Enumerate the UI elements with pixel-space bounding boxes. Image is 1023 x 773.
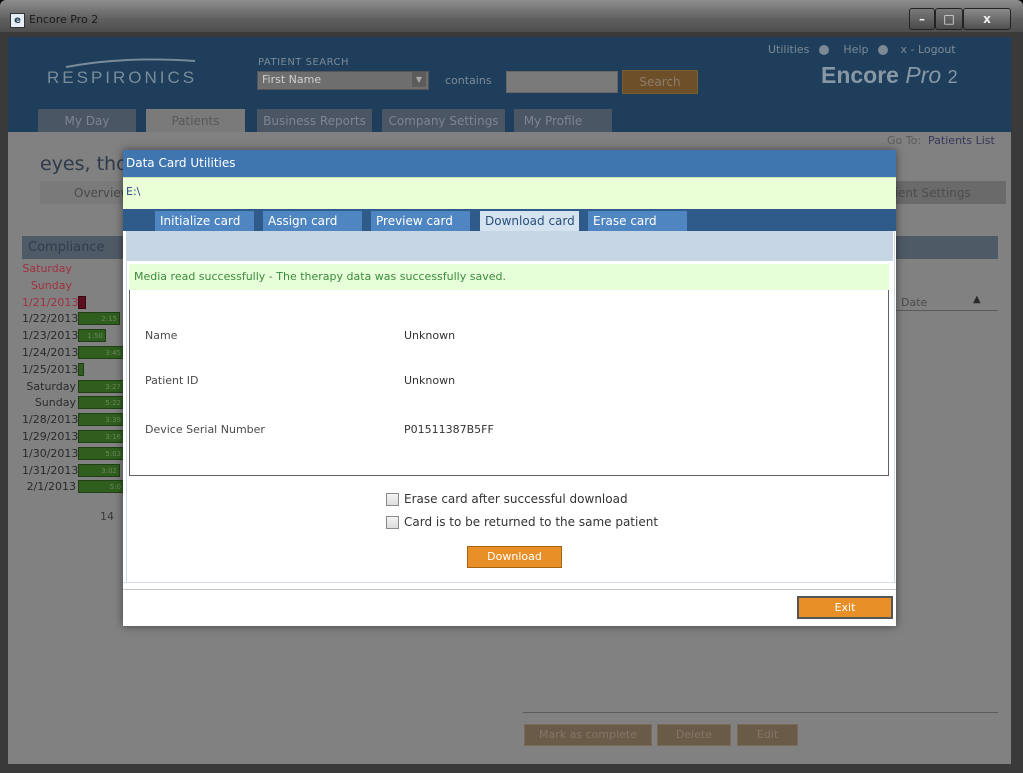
mark-as-complete-button[interactable]: Mark as complete <box>524 724 652 746</box>
compliance-usage-bar <box>78 362 84 376</box>
logout-link[interactable]: x - Logout <box>900 43 955 56</box>
exit-button[interactable]: Exit <box>797 596 893 619</box>
compliance-day-label: 1/23/2013 <box>22 329 79 343</box>
erase-card-checkbox-label[interactable]: Erase card after successful download <box>404 492 628 506</box>
serial-number-label: Device Serial Number <box>145 423 265 436</box>
compliance-day-label: 1/25/2013 <box>22 362 79 376</box>
close-button[interactable]: x <box>963 8 1011 30</box>
axis-tick-label: 14 <box>100 510 114 523</box>
divider <box>123 582 896 583</box>
tab-assign-card[interactable]: Assign card <box>263 211 362 231</box>
compliance-usage-bar <box>78 295 86 309</box>
compliance-day-label: 1/22/2013 <box>22 312 79 326</box>
compliance-usage-bar: 3:45 <box>78 346 124 359</box>
date-column-header[interactable]: Date <box>901 296 927 309</box>
compliance-usage-bar: 5:03 <box>78 446 124 460</box>
compliance-usage-bar: 1:50 <box>78 329 106 343</box>
drive-path: E:\ <box>123 177 896 209</box>
tab-content-strip <box>126 231 893 261</box>
sort-arrow-icon[interactable]: ▲ <box>973 294 981 305</box>
help-dropdown-icon[interactable] <box>878 45 889 55</box>
compliance-usage-bar: 5:22 <box>78 396 124 410</box>
nav-tab-company-settings[interactable]: Company Settings <box>382 109 505 132</box>
compliance-day-label: Saturday <box>22 262 72 275</box>
logo-swoosh-icon <box>65 58 196 68</box>
tab-download-card[interactable]: Download card <box>480 211 579 231</box>
tab-preview-card[interactable]: Preview card <box>371 211 470 231</box>
goto-nav: Go To: Patients List <box>887 134 995 147</box>
product-version: 2 <box>947 67 958 87</box>
compliance-usage-bar: 2:15 <box>78 312 120 326</box>
compliance-day-label: 1/31/2013 <box>22 463 79 477</box>
utilities-dropdown-icon[interactable] <box>819 45 830 55</box>
compliance-day-label: Sunday <box>34 396 76 410</box>
divider <box>523 712 998 713</box>
return-same-patient-checkbox[interactable] <box>386 516 399 529</box>
search-field-value: First Name <box>262 73 322 86</box>
product-name: Encore <box>821 62 899 88</box>
edit-button[interactable]: Edit <box>737 724 798 746</box>
compliance-usage-bar: 3:39 <box>78 413 124 427</box>
dialog-title: Data Card Utilities <box>123 150 896 177</box>
nav-tab-business-reports[interactable]: Business Reports <box>257 109 372 132</box>
nav-tab-my-profile[interactable]: My Profile <box>514 109 612 132</box>
compliance-usage-bar: 3:27 <box>78 379 124 393</box>
search-input[interactable] <box>506 71 618 93</box>
chevron-down-icon[interactable]: ▼ <box>412 72 426 87</box>
success-message: Media read successfully - The therapy da… <box>129 264 889 290</box>
return-same-patient-checkbox-label[interactable]: Card is to be returned to the same patie… <box>404 515 658 529</box>
tab-erase-card[interactable]: Erase card <box>588 211 687 231</box>
nav-tab-patients[interactable]: Patients <box>146 109 245 132</box>
patients-list-link[interactable]: Patients List <box>928 134 995 147</box>
name-label: Name <box>145 329 178 342</box>
patient-id-value: Unknown <box>404 374 456 387</box>
compliance-day-label: 1/24/2013 <box>22 346 79 359</box>
product-suffix: Pro <box>905 62 942 88</box>
maximize-button[interactable]: □ <box>935 8 963 30</box>
compliance-day-label: Sunday <box>30 278 72 292</box>
delete-button[interactable]: Delete <box>657 724 731 746</box>
tab-initialize-card[interactable]: Initialize card <box>155 211 254 231</box>
patient-search-label: PATIENT SEARCH <box>258 57 350 68</box>
respironics-logo: RESPIRONICS <box>47 68 198 87</box>
name-value: Unknown <box>404 329 456 342</box>
window-title: Encore Pro 2 <box>29 13 99 26</box>
download-button[interactable]: Download <box>467 546 562 568</box>
nav-tab-my-day[interactable]: My Day <box>38 109 136 132</box>
serial-number-value: P01511387B5FF <box>404 423 494 436</box>
compliance-day-label: 2/1/2013 <box>26 480 76 494</box>
minimize-button[interactable]: – <box>909 8 935 30</box>
divider <box>890 310 998 311</box>
goto-label: Go To: <box>887 134 922 147</box>
patient-id-label: Patient ID <box>145 374 199 387</box>
subtab-overview[interactable]: Overview <box>40 181 131 204</box>
help-link[interactable]: Help <box>843 43 868 56</box>
compliance-day-label: 1/21/2013 <box>22 295 79 309</box>
app-icon: e <box>10 13 25 28</box>
search-operator-label: contains <box>445 74 492 87</box>
compliance-day-label: 1/28/2013 <box>22 413 79 427</box>
compliance-usage-bar: 3:02 <box>78 463 120 477</box>
divider <box>123 589 896 590</box>
utilities-link[interactable]: Utilities <box>768 43 809 56</box>
compliance-usage-bar: 5:0 <box>78 480 124 494</box>
subtab-patient-settings[interactable]: tient Settings <box>890 181 1006 204</box>
encore-pro-logo: Encore Pro 2 <box>821 62 958 89</box>
search-button[interactable]: Search <box>622 70 698 94</box>
compliance-day-label: 1/29/2013 <box>22 430 79 443</box>
top-links: Utilities Help x - Logout <box>768 43 956 56</box>
erase-card-checkbox[interactable] <box>386 493 399 506</box>
patient-name: eyes, tho <box>40 153 128 175</box>
compliance-day-label: 1/30/2013 <box>22 446 79 460</box>
title-bar[interactable] <box>0 0 1023 32</box>
compliance-day-label: Saturday <box>26 379 76 393</box>
compliance-usage-bar: 3:16 <box>78 430 124 443</box>
card-info-box <box>129 290 889 476</box>
